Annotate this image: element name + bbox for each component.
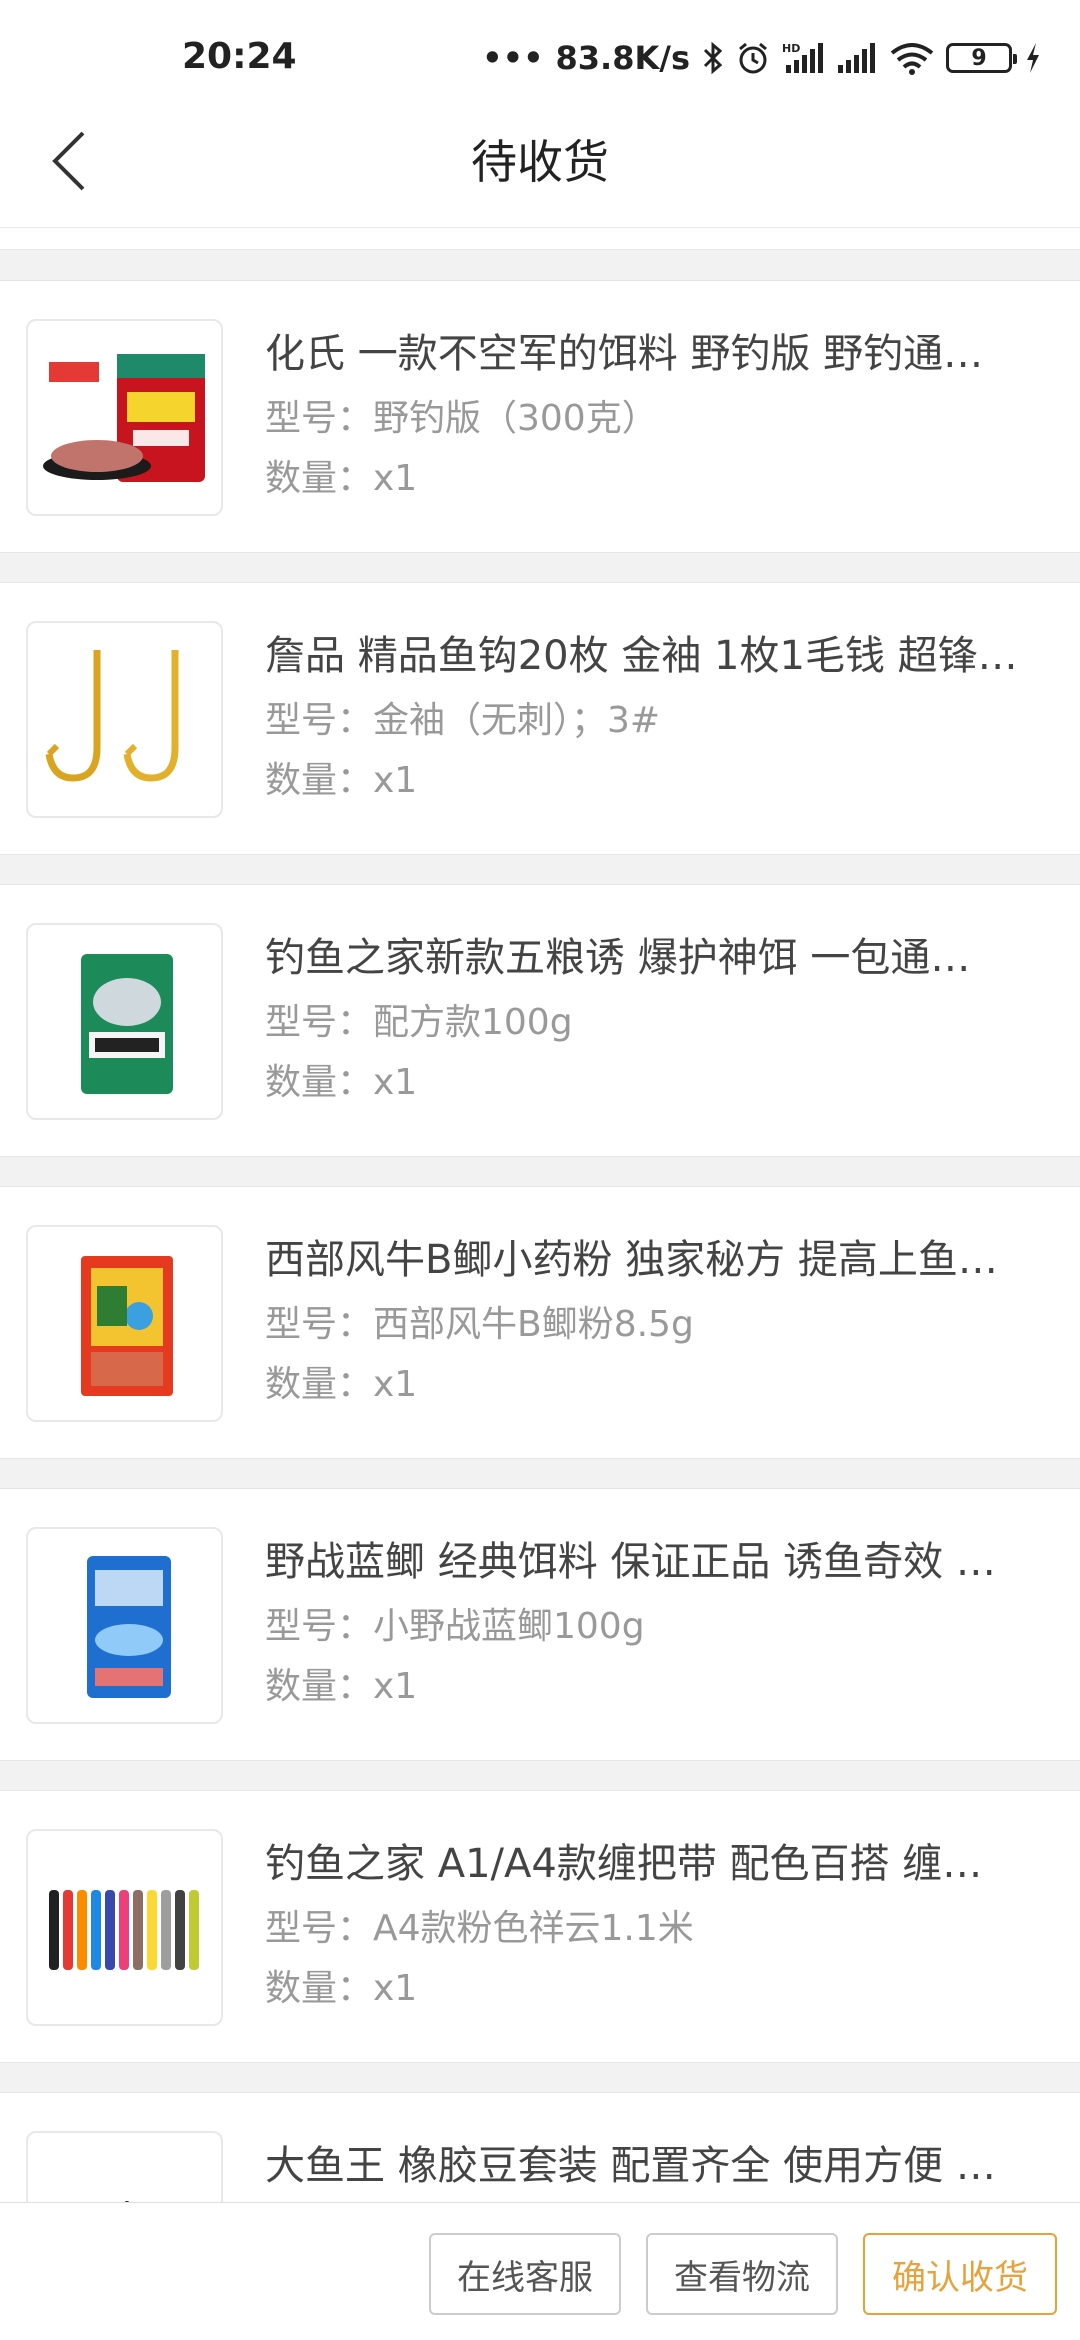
network-speed: 83.8K/s bbox=[555, 39, 690, 77]
item-spec: 型号：配方款100g bbox=[265, 1002, 573, 1043]
list-item[interactable]: 钓鱼之家新款五粮诱 爆护神饵 一包通… 型号：配方款100g 数量：x1 bbox=[0, 884, 1080, 1157]
battery-icon: 9 bbox=[946, 43, 1017, 73]
list-item[interactable]: 野战蓝鲫 经典饵料 保证正品 诱鱼奇效 … 型号：小野战蓝鲫100g 数量：x1 bbox=[0, 1488, 1080, 1761]
item-title[interactable]: 化氏 一款不空军的饵料 野钓版 野钓通… bbox=[265, 321, 1055, 379]
bait-bag-blue-image bbox=[86, 1555, 171, 1698]
product-thumbnail[interactable] bbox=[26, 621, 223, 818]
item-title[interactable]: 西部风牛B鲫小药粉 独家秘方 提高上鱼… bbox=[265, 1227, 1055, 1285]
list-item[interactable]: 西部风牛B鲫小药粉 独家秘方 提高上鱼… 型号：西部风牛B鲫粉8.5g 数量：x… bbox=[0, 1186, 1080, 1459]
item-quantity: 数量：x1 bbox=[265, 760, 418, 801]
status-bar: 20:24 ••• 83.8K/s HD 9 bbox=[0, 0, 1080, 96]
svg-text:HD: HD bbox=[782, 42, 800, 55]
alarm-icon bbox=[739, 42, 767, 74]
item-title[interactable]: 野战蓝鲫 经典饵料 保证正品 诱鱼奇效 … bbox=[265, 1529, 1055, 1587]
item-title[interactable]: 詹品 精品鱼钩20枚 金袖 1枚1毛钱 超锋… bbox=[265, 623, 1055, 681]
product-thumbnail[interactable] bbox=[26, 1527, 223, 1724]
item-title[interactable]: 钓鱼之家 A1/A4款缠把带 配色百搭 缠… bbox=[265, 1831, 1055, 1889]
product-thumbnail[interactable] bbox=[26, 923, 223, 1120]
order-header-strip bbox=[0, 228, 1080, 250]
item-spec: 型号：西部风牛B鲫粉8.5g bbox=[265, 1304, 694, 1345]
battery-level: 9 bbox=[971, 45, 987, 71]
status-icons: ••• 83.8K/s HD 9 bbox=[482, 38, 1042, 78]
more-dots-icon: ••• bbox=[482, 39, 544, 77]
list-item[interactable]: 詹品 精品鱼钩20枚 金袖 1枚1毛钱 超锋… 型号：金袖（无刺）；3# 数量：… bbox=[0, 582, 1080, 855]
view-logistics-button[interactable]: 查看物流 bbox=[646, 2233, 838, 2315]
product-thumbnail[interactable] bbox=[26, 1829, 223, 2026]
item-quantity: 数量：x1 bbox=[265, 1968, 418, 2009]
online-service-button[interactable]: 在线客服 bbox=[429, 2233, 621, 2315]
item-quantity: 数量：x1 bbox=[265, 1364, 418, 1405]
nav-bar: 待收货 bbox=[0, 96, 1080, 228]
hd-signal-icon: HD bbox=[782, 42, 823, 73]
item-quantity: 数量：x1 bbox=[265, 458, 418, 499]
signal-icon bbox=[838, 43, 875, 73]
bait-bag-red-image bbox=[42, 353, 205, 482]
item-spec: 型号：小野战蓝鲫100g bbox=[265, 1606, 645, 1647]
item-spec: 型号：金袖（无刺）；3# bbox=[265, 700, 661, 741]
item-spec: 型号：野钓版（300克） bbox=[265, 398, 658, 439]
product-thumbnail[interactable] bbox=[26, 319, 223, 516]
page-title: 待收货 bbox=[471, 135, 609, 189]
list-item[interactable]: 化氏 一款不空军的饵料 野钓版 野钓通… 型号：野钓版（300克） 数量：x1 bbox=[0, 280, 1080, 553]
bait-bag-green-image bbox=[80, 953, 173, 1094]
grip-tapes-image bbox=[48, 1889, 199, 1970]
list-item[interactable]: 钓鱼之家 A1/A4款缠把带 配色百搭 缠… 型号：A4款粉色祥云1.1米 数量… bbox=[0, 1790, 1080, 2063]
gold-hooks-image bbox=[45, 649, 178, 782]
item-spec: 型号：A4款粉色祥云1.1米 bbox=[265, 1908, 694, 1949]
item-title[interactable]: 大鱼王 橡胶豆套装 配置齐全 使用方便 … bbox=[265, 2133, 1055, 2191]
item-quantity: 数量：x1 bbox=[265, 1666, 418, 1707]
confirm-receipt-button[interactable]: 确认收货 bbox=[863, 2233, 1057, 2315]
bluetooth-icon bbox=[703, 41, 723, 75]
wifi-icon bbox=[890, 43, 934, 75]
status-time: 20:24 bbox=[182, 36, 297, 77]
order-action-bar: 在线客服 查看物流 确认收货 bbox=[0, 2202, 1080, 2340]
item-quantity: 数量：x1 bbox=[265, 1062, 418, 1103]
bait-bag-orange-image bbox=[80, 1255, 173, 1396]
item-title[interactable]: 钓鱼之家新款五粮诱 爆护神饵 一包通… bbox=[265, 925, 1055, 983]
product-thumbnail[interactable] bbox=[26, 1225, 223, 1422]
charging-icon bbox=[1027, 43, 1039, 73]
